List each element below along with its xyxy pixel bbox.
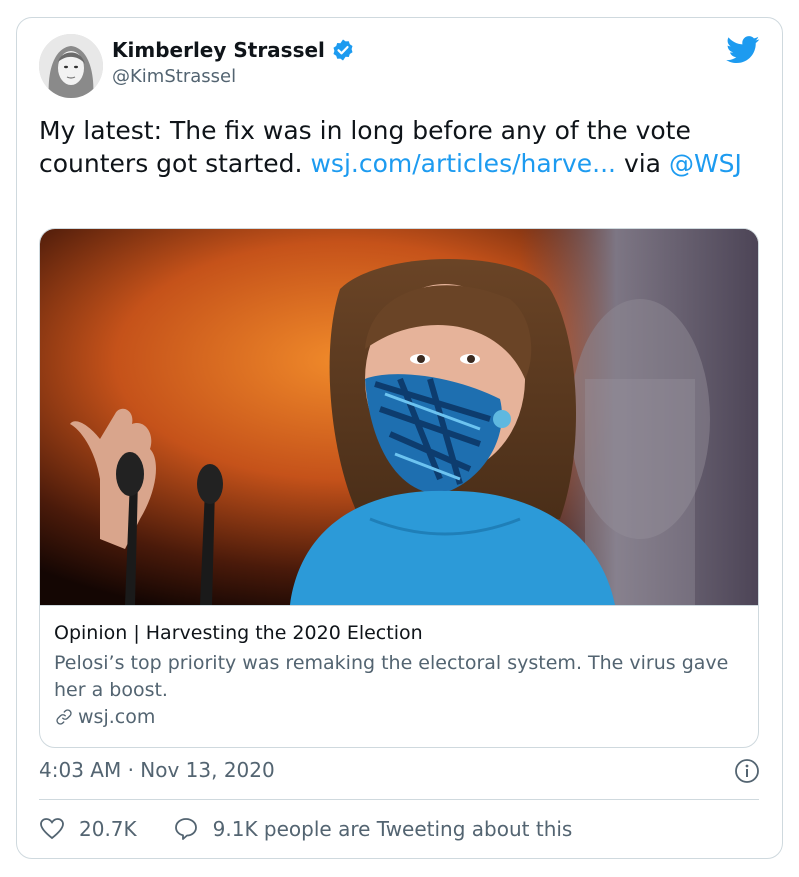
card-title[interactable]: Opinion | Harvesting the 2020 Election — [54, 622, 423, 644]
like-button[interactable]: 20.7K — [39, 816, 137, 842]
divider — [39, 799, 759, 800]
twitter-bird-icon[interactable] — [726, 36, 760, 64]
verified-badge-icon — [333, 39, 353, 61]
like-count: 20.7K — [79, 817, 137, 841]
tweet-text: My latest: The fix was in long before an… — [39, 114, 759, 180]
avatar[interactable] — [39, 34, 103, 98]
link-preview-card[interactable]: Opinion | Harvesting the 2020 Election P… — [39, 228, 759, 748]
info-icon[interactable] — [734, 758, 760, 784]
tweet-card[interactable]: Kimberley Strassel @KimStrassel My lates… — [16, 17, 783, 859]
card-body[interactable]: Opinion | Harvesting the 2020 Election P… — [40, 605, 758, 747]
card-domain: wsj.com — [54, 706, 155, 728]
article-link[interactable]: wsj.com/articles/harve... — [310, 149, 616, 178]
speech-bubble-icon — [174, 818, 197, 840]
author-display-name[interactable]: Kimberley Strassel — [112, 38, 325, 62]
via-text: via — [623, 149, 661, 178]
tweet-actions: 20.7K 9.1K people are Tweeting about thi… — [39, 816, 608, 842]
conversation-button[interactable]: 9.1K people are Tweeting about this — [173, 816, 573, 842]
author-handle[interactable]: @KimStrassel — [112, 66, 236, 87]
card-description: Pelosi’s top priority was remaking the e… — [54, 652, 729, 701]
card-image[interactable] — [40, 229, 758, 605]
tweet-timestamp[interactable]: 4:03 AM · Nov 13, 2020 — [39, 758, 275, 782]
wsj-mention-link[interactable]: @WSJ — [669, 149, 742, 178]
link-icon — [56, 709, 72, 725]
author-name-row[interactable]: Kimberley Strassel — [112, 38, 355, 62]
card-domain-text: wsj.com — [78, 706, 156, 728]
heart-icon — [40, 818, 64, 840]
conversation-text: 9.1K people are Tweeting about this — [212, 817, 573, 841]
